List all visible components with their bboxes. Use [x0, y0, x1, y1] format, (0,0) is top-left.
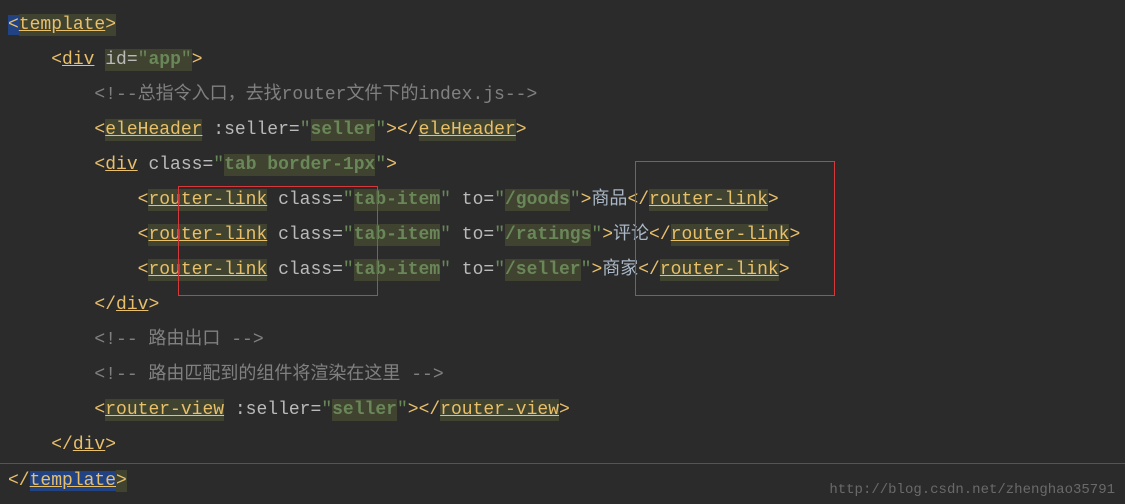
code-line: </div>: [0, 288, 1125, 323]
code-line: <!-- 路由出口 -->: [0, 323, 1125, 358]
code-line: <router-link class="tab-item" to="/ratin…: [0, 218, 1125, 253]
code-line: <router-view :seller="seller"></router-v…: [0, 393, 1125, 428]
code-line: <!--总指令入口，去找router文件下的index.js-->: [0, 78, 1125, 113]
watermark-text: http://blog.csdn.net/zhenghao35791: [829, 482, 1115, 498]
code-line: <div class="tab border-1px">: [0, 148, 1125, 183]
code-line: <template>: [0, 8, 1125, 43]
code-line: <router-link class="tab-item" to="/goods…: [0, 183, 1125, 218]
code-line: <div id="app">: [0, 43, 1125, 78]
code-line: <eleHeader :seller="seller"></eleHeader>: [0, 113, 1125, 148]
code-editor[interactable]: <template> <div id="app"> <!--总指令入口，去找ro…: [0, 0, 1125, 499]
code-line: <!-- 路由匹配到的组件将渲染在这里 -->: [0, 358, 1125, 393]
code-line: </div>: [0, 428, 1125, 463]
code-line: <router-link class="tab-item" to="/selle…: [0, 253, 1125, 288]
